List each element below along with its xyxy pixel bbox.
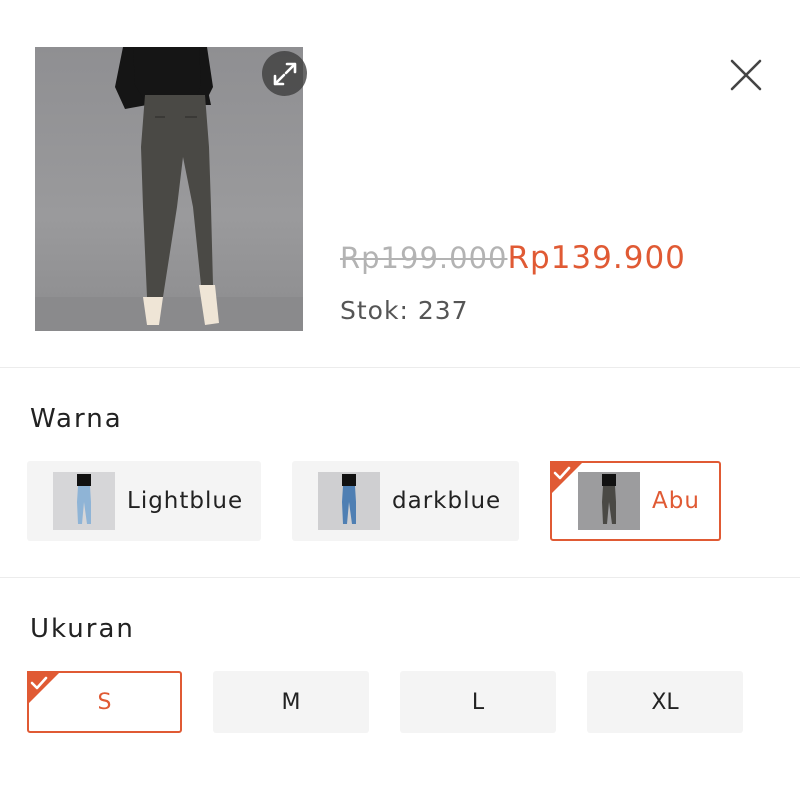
color-thumbnail — [53, 472, 115, 530]
color-option-lightblue[interactable]: Lightblue — [27, 461, 261, 541]
close-icon — [730, 59, 762, 91]
size-option-l[interactable]: L — [400, 671, 556, 733]
expand-button[interactable] — [262, 51, 307, 96]
size-option-label: M — [281, 689, 301, 715]
color-section-title: Warna — [30, 404, 123, 434]
color-option-abu[interactable]: Abu — [550, 461, 721, 541]
divider — [0, 577, 800, 578]
price-row: Rp199.000 Rp139.900 — [340, 240, 686, 276]
size-section-title: Ukuran — [30, 614, 135, 644]
color-option-label: Lightblue — [127, 488, 244, 514]
size-option-label: L — [471, 689, 485, 715]
color-thumbnail — [578, 472, 640, 530]
divider — [0, 367, 800, 368]
size-option-label: XL — [651, 689, 679, 715]
expand-icon — [273, 62, 296, 85]
size-option-label: S — [97, 689, 112, 715]
size-option-m[interactable]: M — [213, 671, 369, 733]
size-option-s[interactable]: S — [27, 671, 182, 733]
color-option-darkblue[interactable]: darkblue — [292, 461, 519, 541]
stock-count: Stok: 237 — [340, 296, 469, 325]
discount-price: Rp139.900 — [507, 240, 686, 276]
color-thumbnail — [318, 472, 380, 530]
check-icon — [27, 671, 61, 705]
size-option-xl[interactable]: XL — [587, 671, 743, 733]
color-option-label: Abu — [652, 488, 700, 514]
original-price: Rp199.000 — [340, 241, 508, 275]
close-button[interactable] — [726, 55, 766, 95]
product-image[interactable] — [35, 47, 303, 331]
check-icon — [550, 461, 584, 495]
color-option-label: darkblue — [392, 488, 502, 514]
